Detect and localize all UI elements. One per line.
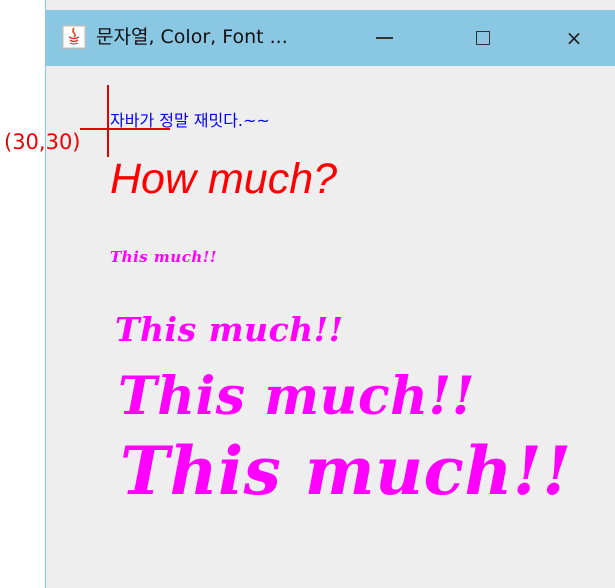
this-much-text-medium: This much!!	[115, 310, 344, 349]
korean-sentence: 자바가 정말 재밋다.~~	[110, 111, 270, 130]
drawing-canvas: (30,30) 자바가 정말 재밋다.~~ How much? This muc…	[0, 0, 615, 588]
how-much-text: How much?	[110, 155, 338, 203]
origin-coordinate-label: (30,30)	[4, 130, 81, 154]
this-much-text-large: This much!!	[118, 366, 476, 427]
this-much-text-small: This much!!	[110, 248, 217, 266]
this-much-text-xlarge: This much!!	[120, 432, 572, 510]
crosshair-vertical-line	[107, 85, 109, 157]
